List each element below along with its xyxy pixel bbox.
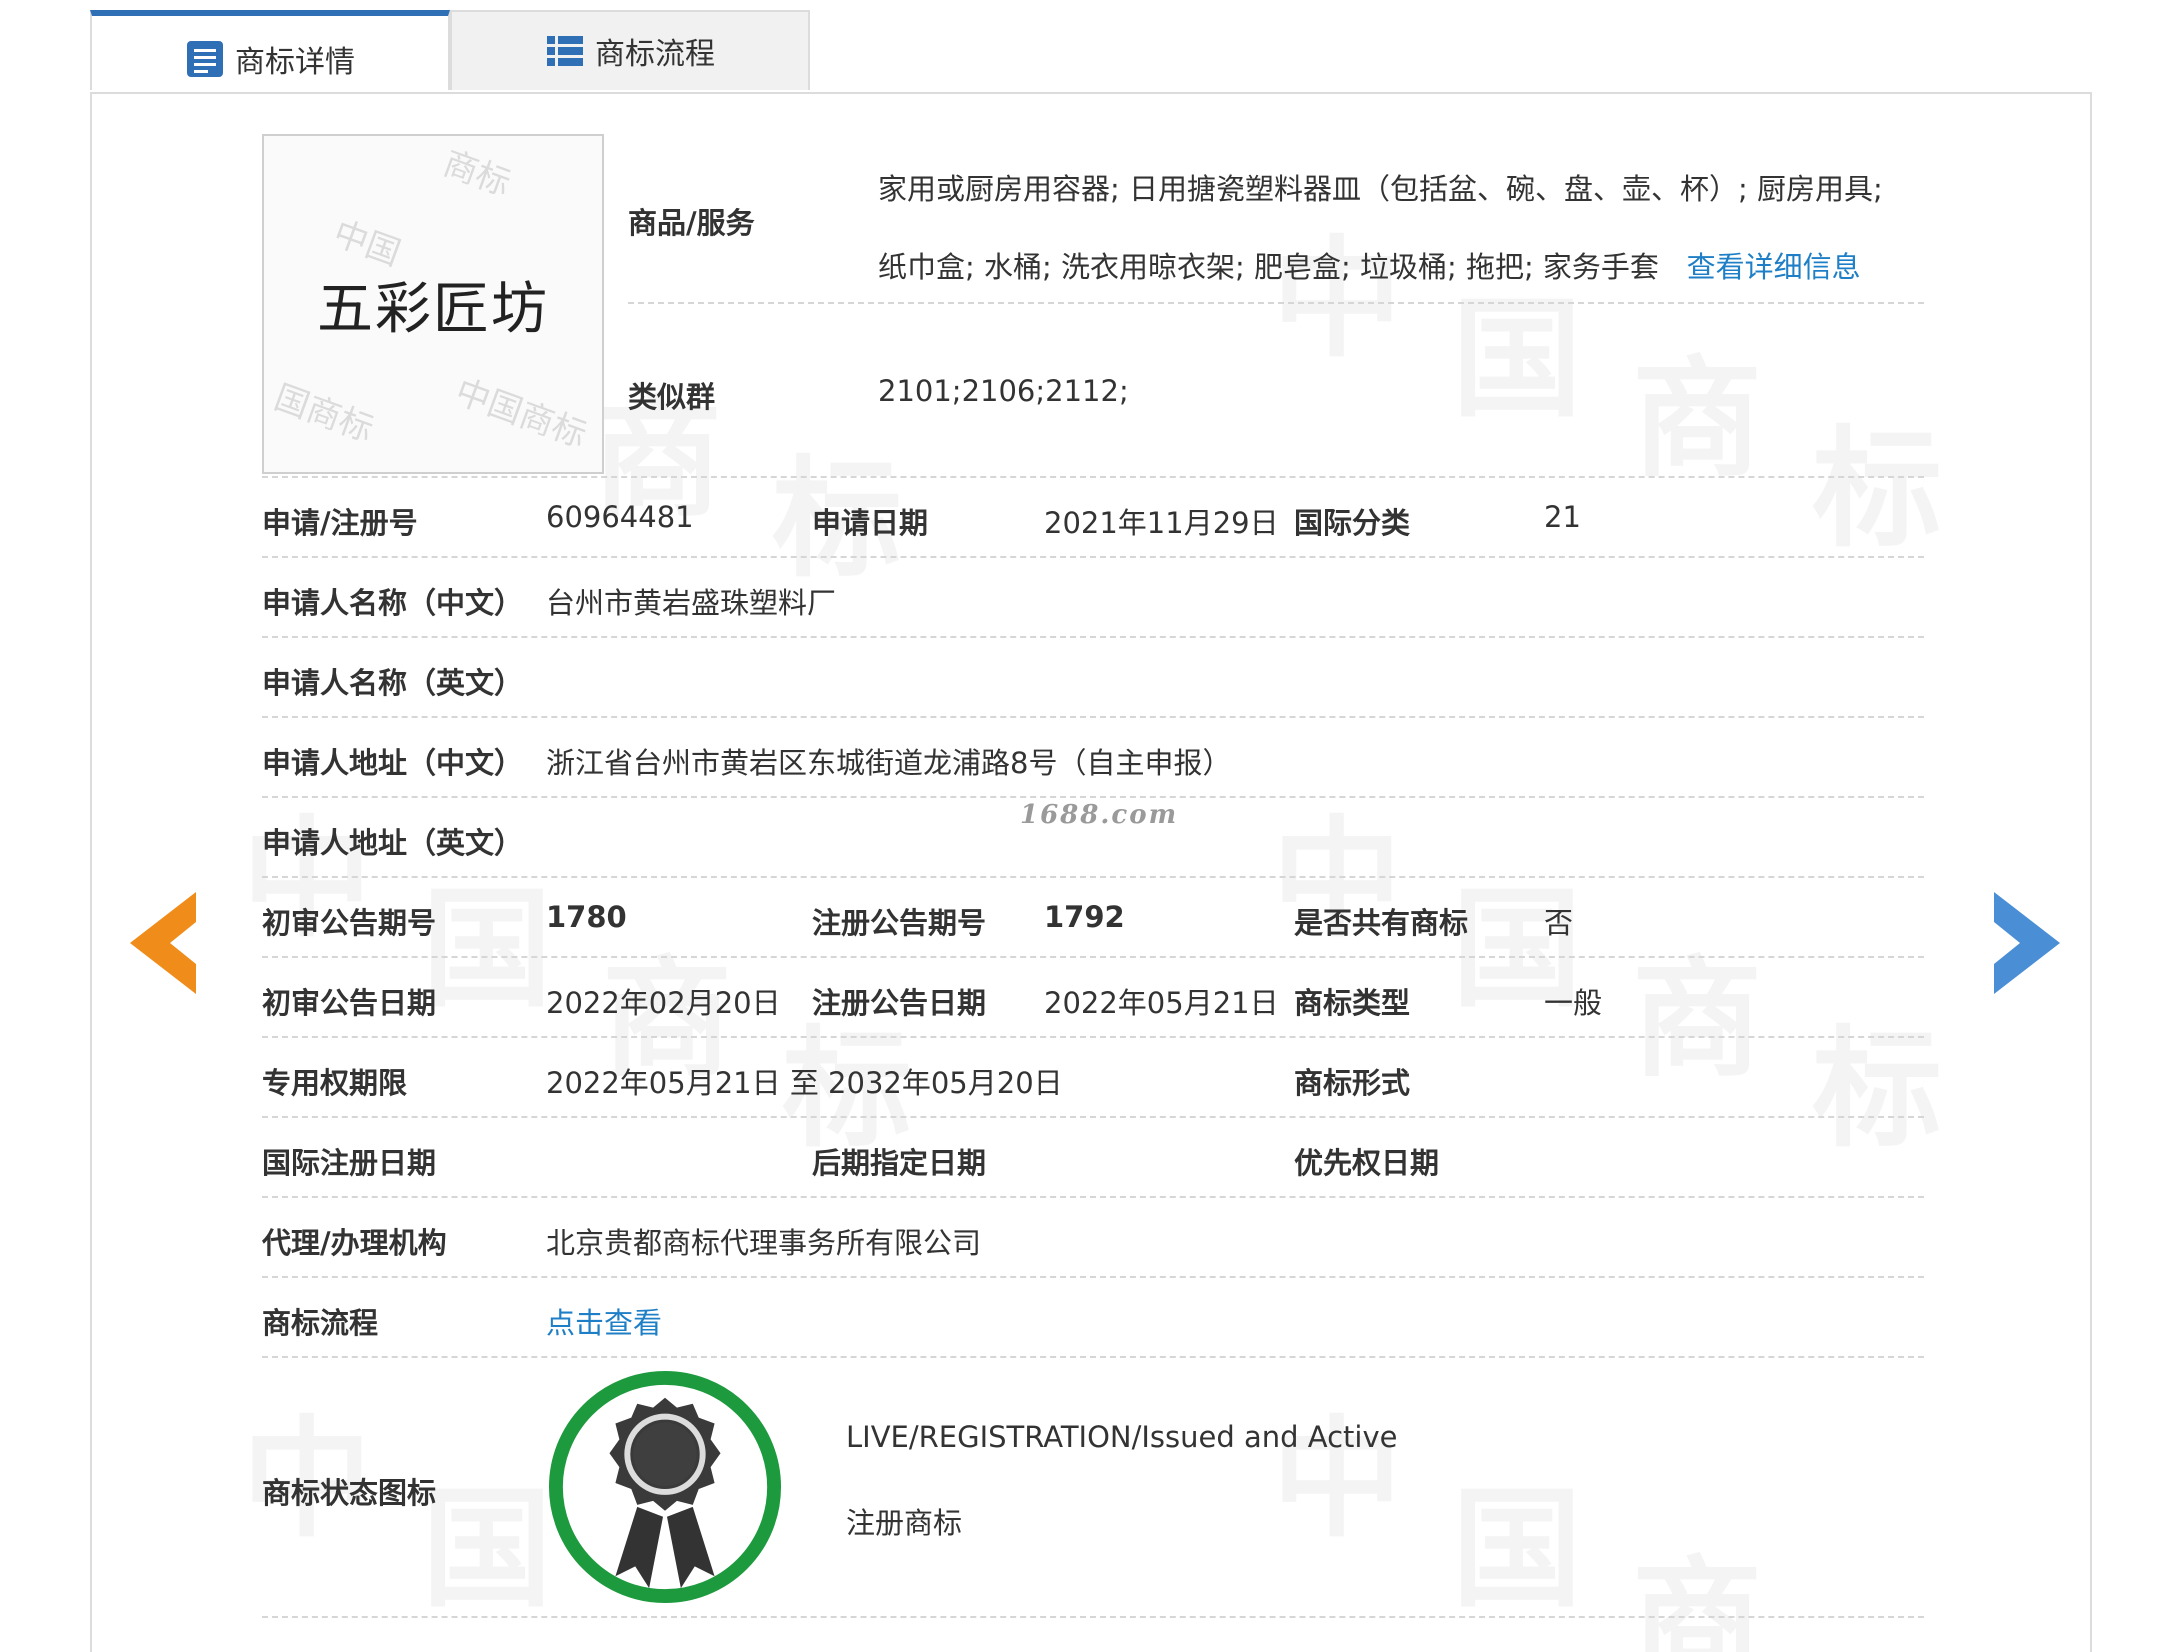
prelim-issue-label: 初审公告期号 <box>262 906 437 940</box>
address-cn-label: 申请人地址（中文） <box>262 746 524 780</box>
reg-issue-label: 注册公告期号 <box>812 906 987 940</box>
divider <box>262 956 1924 958</box>
document-list-icon <box>187 41 223 77</box>
tm-type-label: 商标类型 <box>1294 986 1411 1020</box>
divider <box>262 716 1924 718</box>
divider <box>262 1356 1924 1358</box>
divider <box>262 1616 1924 1618</box>
prev-arrow-icon[interactable] <box>130 892 200 994</box>
applicant-en-label: 申请人名称（英文） <box>262 666 524 700</box>
agent-value: 北京贵都商标代理事务所有限公司 <box>546 1226 982 1260</box>
intl-class-value: 21 <box>1544 500 1581 534</box>
view-process-link[interactable]: 点击查看 <box>546 1300 662 1342</box>
stamp-watermark: 国商标 <box>269 377 379 451</box>
divider <box>628 302 1924 304</box>
similar-group-label: 类似群 <box>628 380 716 414</box>
divider <box>262 1276 1924 1278</box>
trademark-image: 商标 中国 国商标 中国商标 五彩匠坊 <box>262 134 604 474</box>
view-details-link[interactable]: 查看详细信息 <box>1687 250 1861 284</box>
next-arrow-icon[interactable] <box>1990 892 2060 994</box>
reg-no-value: 60964481 <box>546 500 694 534</box>
apply-date-label: 申请日期 <box>812 506 929 540</box>
tab-trademark-process[interactable]: 商标流程 <box>450 10 810 90</box>
trademark-wordmark: 五彩匠坊 <box>317 277 549 342</box>
similar-group-value: 2101;2106;2112; <box>878 374 1129 408</box>
shared-label: 是否共有商标 <box>1294 906 1469 940</box>
tm-form-label: 商标形式 <box>1294 1066 1411 1100</box>
divider <box>262 1196 1924 1198</box>
prelim-issue-value: 1780 <box>546 900 627 934</box>
divider <box>262 876 1924 878</box>
intl-class-label: 国际分类 <box>1294 506 1411 540</box>
status-icon-label: 商标状态图标 <box>262 1476 437 1510</box>
apply-date-value: 2021年11月29日 <box>1044 506 1279 540</box>
tab-label: 商标详情 <box>235 45 355 80</box>
reg-date-label: 注册公告日期 <box>812 986 987 1020</box>
tab-trademark-details[interactable]: 商标详情 <box>90 10 450 90</box>
exclusive-period-value: 2022年05月21日 至 2032年05月20日 <box>546 1066 1063 1100</box>
list-icon <box>547 36 583 66</box>
divider <box>262 556 1924 558</box>
stamp-watermark: 中国商标 <box>450 371 592 456</box>
later-date-label: 后期指定日期 <box>812 1146 987 1180</box>
registered-award-icon <box>548 1370 782 1604</box>
tab-bar: 商标详情 商标流程 <box>90 10 810 92</box>
site-watermark: 1688.com <box>1020 800 1179 830</box>
prelim-date-label: 初审公告日期 <box>262 986 437 1020</box>
applicant-cn-value: 台州市黄岩盛珠塑料厂 <box>546 586 837 620</box>
tab-label: 商标流程 <box>595 37 715 72</box>
reg-no-label: 申请/注册号 <box>262 506 418 540</box>
prelim-date-value: 2022年02月20日 <box>546 986 781 1020</box>
address-cn-value: 浙江省台州市黄岩区东城街道龙浦路8号（自主申报） <box>546 746 1232 780</box>
goods-value: 家用或厨房用容器; 日用搪瓷塑料器皿（包括盆、碗、盘、壶、杯）; 厨房用具; 纸… <box>878 150 1918 306</box>
intl-reg-date-label: 国际注册日期 <box>262 1146 437 1180</box>
divider <box>262 796 1924 798</box>
shared-value: 否 <box>1544 906 1574 940</box>
reg-issue-value: 1792 <box>1044 900 1125 934</box>
reg-date-value: 2022年05月21日 <box>1044 986 1279 1020</box>
divider <box>262 1036 1924 1038</box>
applicant-cn-label: 申请人名称（中文） <box>262 586 524 620</box>
goods-label: 商品/服务 <box>628 206 755 240</box>
status-cn: 注册商标 <box>846 1506 963 1540</box>
agent-label: 代理/办理机构 <box>262 1226 447 1260</box>
tm-type-value: 一般 <box>1544 986 1603 1020</box>
divider <box>262 1116 1924 1118</box>
exclusive-period-label: 专用权期限 <box>262 1066 408 1100</box>
divider <box>262 476 1924 478</box>
divider <box>262 636 1924 638</box>
address-en-label: 申请人地址（英文） <box>262 826 524 860</box>
process-label: 商标流程 <box>262 1306 379 1340</box>
stamp-watermark: 商标 <box>438 143 516 205</box>
status-en: LIVE/REGISTRATION/Issued and Active <box>846 1420 1398 1454</box>
priority-date-label: 优先权日期 <box>1294 1146 1440 1180</box>
